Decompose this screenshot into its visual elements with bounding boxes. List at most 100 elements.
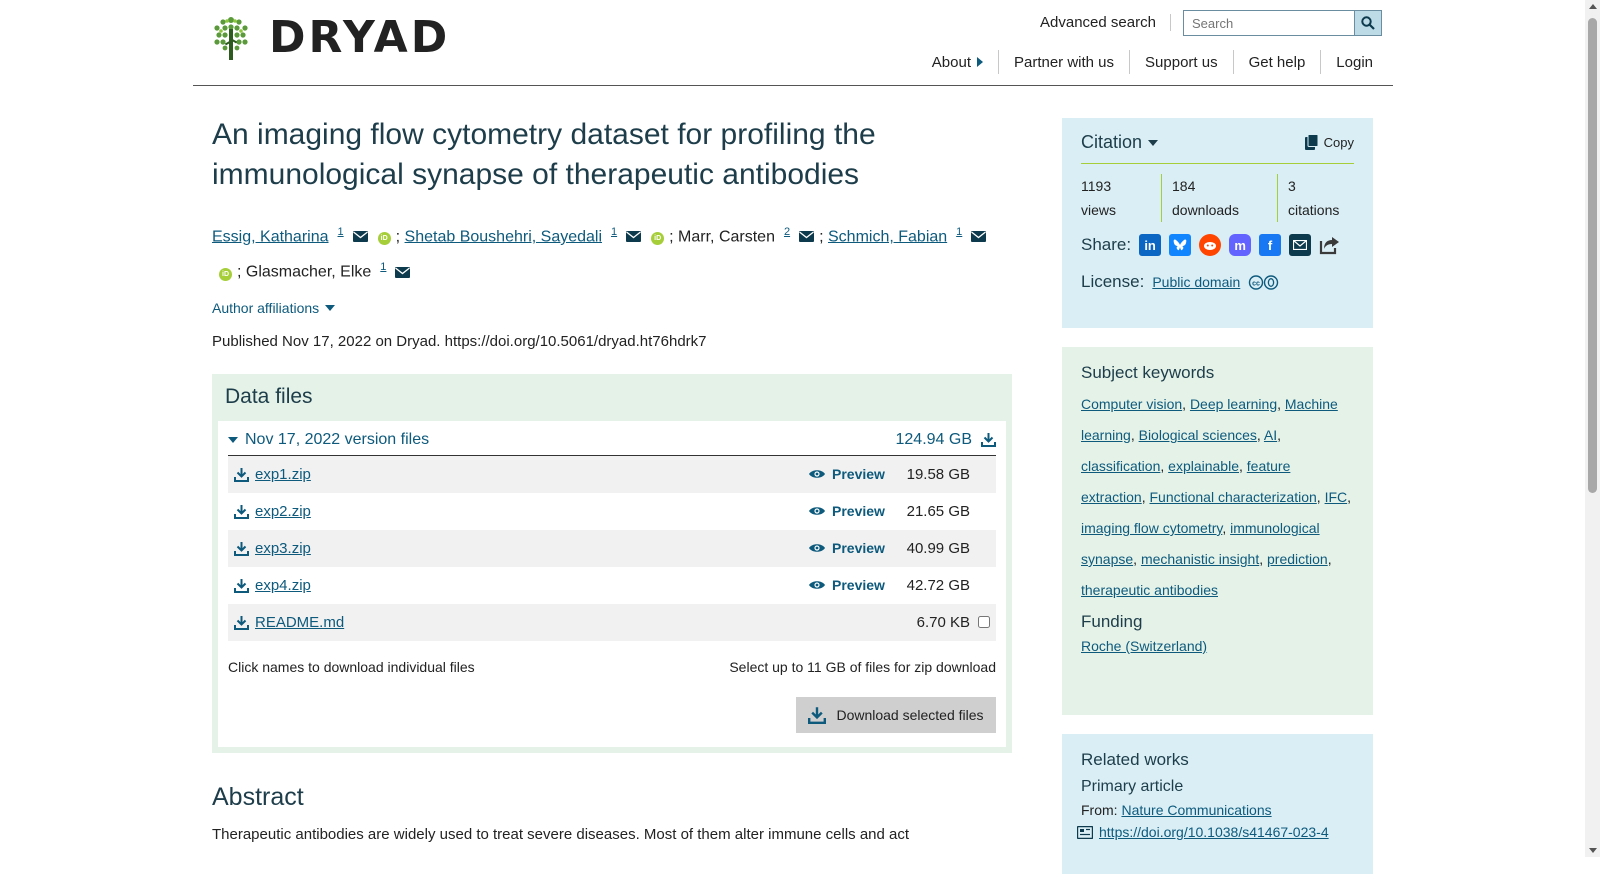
download-icon (234, 541, 249, 556)
author-link[interactable]: Shetab Boushehri, Sayedali (405, 228, 602, 245)
preview-button[interactable]: Preview (808, 577, 900, 593)
author-link[interactable]: Schmich, Fabian (828, 228, 947, 245)
keyword-link[interactable]: imaging flow cytometry (1081, 520, 1222, 536)
download-selected-button[interactable]: Download selected files (796, 696, 996, 733)
author-list: Essig, Katharina 1 iD; Shetab Boushehri, S… (212, 217, 1012, 288)
hint-left: Click names to download individual files (228, 658, 475, 675)
file-download-link[interactable]: exp1.zip (255, 466, 311, 483)
file-download-link[interactable]: exp2.zip (255, 503, 311, 520)
keyword-separator: , (1347, 489, 1352, 505)
email-share-icon[interactable] (1289, 234, 1312, 256)
file-download-link[interactable]: exp3.zip (255, 540, 311, 557)
affil-sup[interactable]: 2 (784, 226, 790, 238)
keyword-link[interactable]: AI (1264, 427, 1277, 443)
keyword-link[interactable]: Biological sciences (1139, 427, 1257, 443)
keyword-link[interactable]: Deep learning (1190, 396, 1277, 412)
nav-about[interactable]: About (917, 50, 998, 74)
file-row: README.md 6.70 KB (228, 603, 996, 641)
bluesky-icon[interactable] (1169, 234, 1192, 256)
mail-icon[interactable] (352, 231, 368, 243)
nav-partner[interactable]: Partner with us (997, 50, 1129, 74)
search-input[interactable] (1183, 10, 1355, 36)
preview-button[interactable]: Preview (808, 466, 900, 482)
nav-login[interactable]: Login (1320, 50, 1373, 74)
mail-icon[interactable] (971, 231, 987, 243)
orcid-icon[interactable]: iD (219, 267, 232, 281)
nav-support[interactable]: Support us (1129, 50, 1233, 74)
keyword-separator: , (1160, 458, 1169, 474)
orcid-icon[interactable]: iD (377, 232, 391, 246)
linkedin-icon[interactable]: in (1139, 234, 1162, 256)
preview-label: Preview (832, 540, 885, 557)
file-size: 19.58 GB (906, 465, 970, 483)
advanced-search-link[interactable]: Advanced search (1040, 14, 1171, 31)
file-download-link[interactable]: README.md (255, 614, 344, 631)
keyword-link[interactable]: mechanistic insight (1141, 551, 1259, 567)
related-title: Related works (1081, 750, 1189, 769)
journal-link[interactable]: Nature Communications (1121, 802, 1271, 818)
file-size: 6.70 KB (916, 613, 970, 631)
mail-icon[interactable] (799, 231, 815, 243)
file-download-link[interactable]: exp4.zip (255, 577, 311, 594)
reddit-icon[interactable] (1199, 234, 1222, 256)
affil-sup[interactable]: 1 (956, 226, 962, 238)
funding-link[interactable]: Roche (Switzerland) (1081, 638, 1207, 654)
keyword-link[interactable]: IFC (1325, 489, 1348, 505)
author-affiliations-toggle[interactable]: Author affiliations (212, 300, 1012, 316)
author-link[interactable]: Essig, Katharina (212, 228, 329, 245)
citation-toggle[interactable]: Citation (1081, 132, 1159, 153)
keyword-link[interactable]: classification (1081, 458, 1160, 474)
file-select-checkbox[interactable] (978, 616, 990, 629)
affil-sup[interactable]: 1 (338, 226, 344, 238)
keyword-link[interactable]: Functional characterization (1149, 489, 1316, 505)
keyword-separator: , (1327, 551, 1332, 567)
keyword-link[interactable]: Computer vision (1081, 396, 1182, 412)
metric-views: 1193 views (1081, 174, 1161, 222)
mail-icon[interactable] (395, 266, 411, 278)
keywords-title: Subject keywords (1081, 363, 1215, 382)
orcid-icon[interactable]: iD (651, 232, 665, 246)
copy-button[interactable]: Copy (1304, 134, 1354, 151)
version-download[interactable]: 124.94 GB (896, 431, 996, 449)
file-row: exp2.zip Preview 21.65 GB (228, 493, 996, 530)
keyword-separator: , (1277, 427, 1282, 443)
affil-sup[interactable]: 1 (611, 226, 617, 238)
download-selected-label: Download selected files (836, 706, 984, 723)
keyword-separator: , (1130, 427, 1139, 443)
keyword-link[interactable]: explainable (1168, 458, 1239, 474)
mastodon-icon[interactable]: m (1229, 234, 1252, 256)
search-button[interactable] (1354, 10, 1382, 36)
mail-icon[interactable] (626, 231, 642, 243)
version-toggle[interactable]: Nov 17, 2022 version files (228, 431, 429, 449)
keyword-link[interactable]: prediction (1267, 551, 1328, 567)
file-row: exp3.zip Preview 40.99 GB (228, 529, 996, 567)
file-name-cell: exp1.zip (234, 466, 808, 483)
metric-citations: 3 citations (1277, 174, 1349, 222)
scrollbar-thumb[interactable] (1588, 18, 1597, 493)
page-scrollbar[interactable] (1585, 0, 1600, 857)
preview-button[interactable]: Preview (808, 503, 900, 519)
keyword-separator: , (1256, 427, 1264, 443)
metrics: 1193 views 184 downloads 3 citations (1081, 174, 1354, 222)
preview-label: Preview (832, 577, 885, 594)
share-icon[interactable] (1319, 234, 1341, 256)
dryad-logo[interactable]: DRYAD (213, 16, 450, 60)
version-row[interactable]: Nov 17, 2022 version files 124.94 GB (228, 431, 996, 456)
doi-link[interactable]: https://doi.org/10.1038/s41467-023-4 (1099, 824, 1329, 840)
keyword-link[interactable]: therapeutic antibodies (1081, 582, 1218, 598)
data-files-title: Data files (225, 384, 313, 408)
download-icon (981, 433, 996, 448)
keywords-list: Computer vision, Deep learning, Machine … (1081, 389, 1354, 606)
keyword-separator: , (1222, 520, 1231, 536)
keyword-separator: , (1133, 551, 1141, 567)
facebook-icon[interactable]: f (1259, 234, 1282, 256)
nav-help[interactable]: Get help (1232, 50, 1321, 74)
caret-down-icon (1148, 139, 1159, 146)
cc0-icon[interactable]: cc (1248, 274, 1280, 290)
license-link[interactable]: Public domain (1152, 274, 1240, 290)
scroll-up-arrow[interactable] (1589, 4, 1597, 9)
preview-button[interactable]: Preview (808, 540, 900, 556)
scroll-down-arrow[interactable] (1589, 848, 1597, 853)
affil-sup[interactable]: 1 (380, 261, 386, 273)
file-name-cell: README.md (234, 614, 900, 631)
